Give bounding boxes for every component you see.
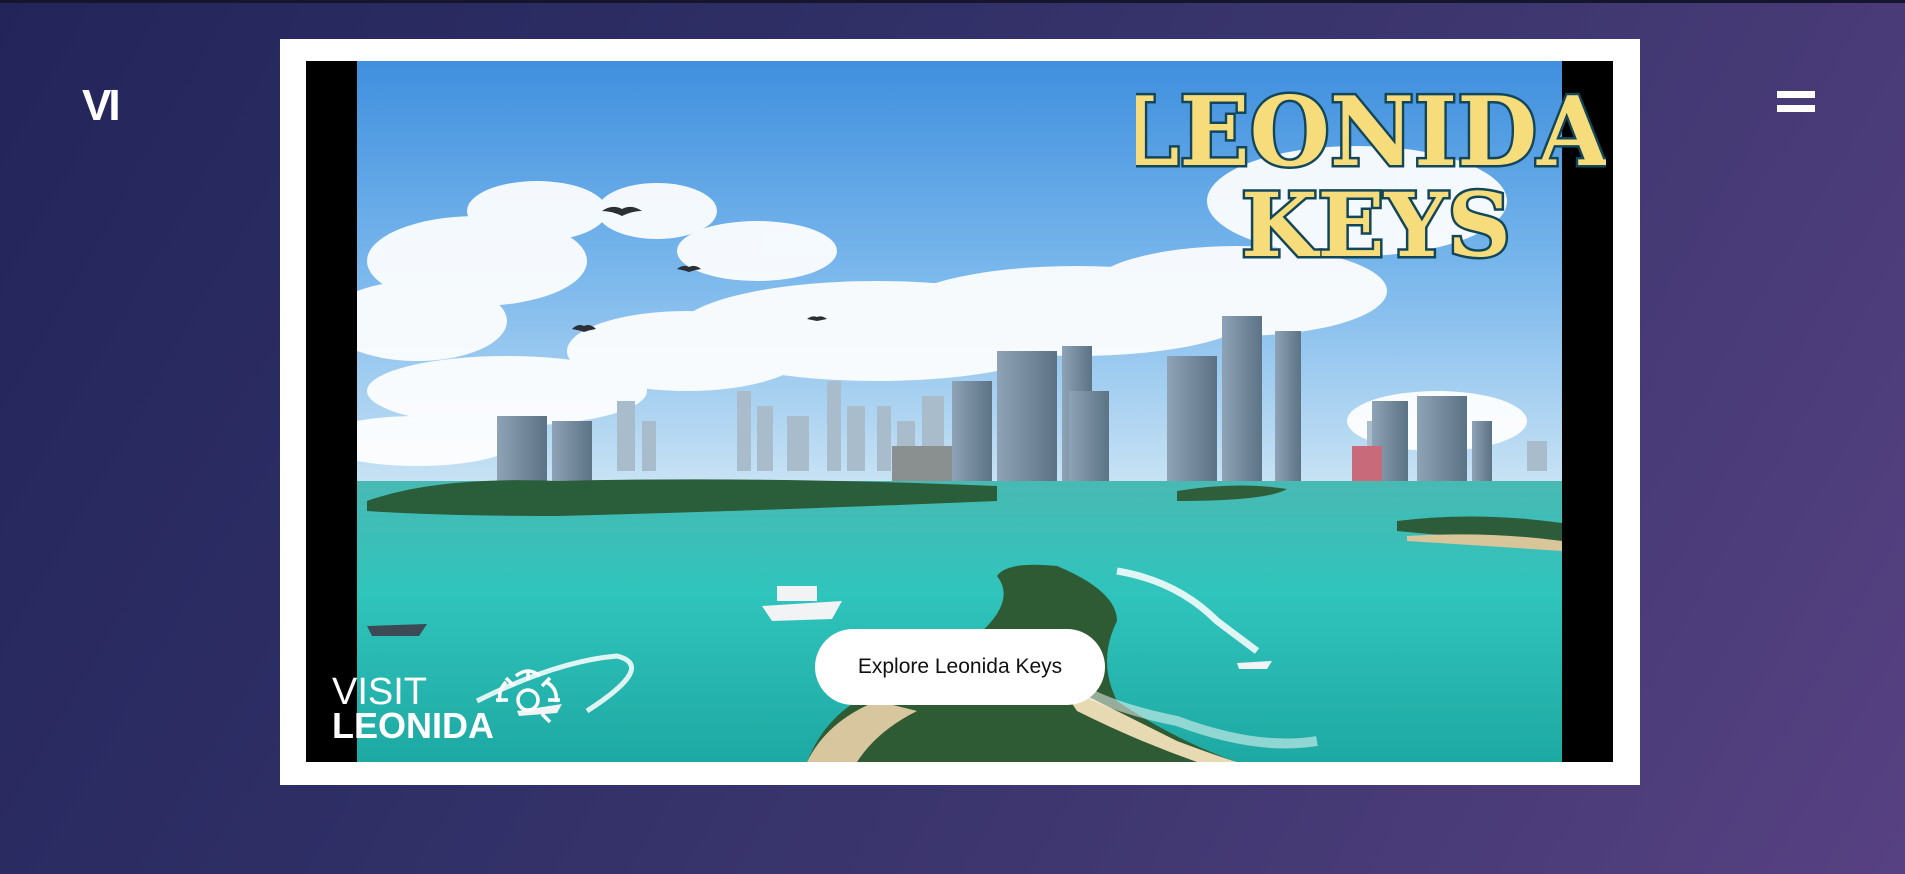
- visit-leonida-logo: VISIT LEONIDA: [332, 669, 560, 742]
- leonida-keys-title: LEONIDA KEYS: [1136, 74, 1606, 270]
- title-line-2: KEYS: [1241, 173, 1511, 270]
- window-top-edge: [0, 0, 1905, 3]
- explore-leonida-keys-button[interactable]: Explore Leonida Keys: [815, 629, 1105, 705]
- hamburger-menu-icon[interactable]: [1770, 86, 1820, 120]
- logo-text: VI: [82, 82, 118, 122]
- title-line-1: LEONIDA: [1136, 76, 1606, 188]
- sun-burst-icon: [496, 669, 560, 724]
- vi-logo[interactable]: VI: [82, 82, 136, 122]
- menu-bar-bottom: [1777, 105, 1815, 112]
- menu-bar-top: [1777, 91, 1815, 98]
- brand-line-2: LEONIDA: [332, 705, 494, 742]
